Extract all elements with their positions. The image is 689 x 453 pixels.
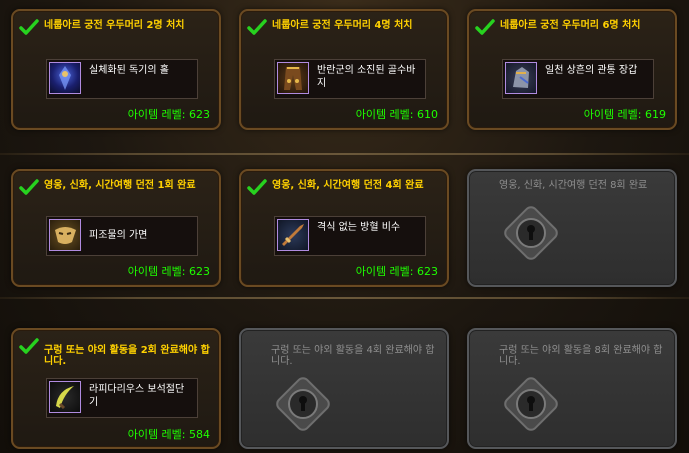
checkmark-icon <box>247 179 267 195</box>
checkmark-icon <box>19 19 39 35</box>
item-level: 아이템 레벨: 623 <box>127 265 210 278</box>
requirement-text: 구렁 또는 야외 활동을 4회 완료해야 합니다. <box>271 345 435 367</box>
reward-card-dungeon-1[interactable]: 영웅, 신화, 시간여행 던전 1회 완료 피조물의 가면 아이템 레벨: 62… <box>11 169 221 287</box>
reward-item[interactable]: 반란군의 소진된 골수바지 <box>274 59 426 99</box>
reward-item[interactable]: 일천 상흔의 관통 장갑 <box>502 59 654 99</box>
row-divider-1 <box>0 153 689 155</box>
reward-card-delve-4-locked: 구렁 또는 야외 활동을 4회 완료해야 합니다. <box>239 328 449 449</box>
reward-card-delve-8-locked: 구렁 또는 야외 활동을 8회 완료해야 합니다. <box>467 328 677 449</box>
reward-card-delve-2[interactable]: 구렁 또는 야외 활동을 2회 완료해야 합니다. 라피다리우스 보석절단기 아… <box>11 328 221 449</box>
gauntlet-icon <box>505 62 537 94</box>
checkmark-icon <box>19 179 39 195</box>
item-name: 피조물의 가면 <box>89 230 148 241</box>
dagger-icon <box>277 219 309 251</box>
checkmark-icon <box>475 19 495 35</box>
reward-card-raid-2[interactable]: 네룹아르 궁전 우두머리 2명 처치 실체화된 독기의 홀 아이템 레벨: 62… <box>11 9 221 130</box>
item-name: 반란군의 소진된 골수바지 <box>317 65 416 89</box>
item-name: 일천 상흔의 관통 장갑 <box>545 65 638 76</box>
lock-icon <box>276 377 330 431</box>
item-level: 아이템 레벨: 623 <box>355 265 438 278</box>
item-name: 실체화된 독기의 홀 <box>89 65 169 76</box>
requirement-text: 영웅, 신화, 시간여행 던전 1회 완료 <box>44 180 196 191</box>
reward-card-raid-4[interactable]: 네룹아르 궁전 우두머리 4명 처치 반란군의 소진된 골수바지 아이템 레벨:… <box>239 9 449 130</box>
reward-item[interactable]: 피조물의 가면 <box>46 216 198 256</box>
pants-icon <box>277 62 309 94</box>
reward-item[interactable]: 실체화된 독기의 홀 <box>46 59 198 99</box>
requirement-text: 구렁 또는 야외 활동을 2회 완료해야 합니다. <box>44 345 210 367</box>
item-level: 아이템 레벨: 619 <box>583 108 666 121</box>
staff-icon <box>49 62 81 94</box>
blade-icon <box>49 381 81 413</box>
item-level: 아이템 레벨: 610 <box>355 108 438 121</box>
requirement-text: 구렁 또는 야외 활동을 8회 완료해야 합니다. <box>499 345 663 367</box>
mask-icon <box>49 219 81 251</box>
reward-card-raid-6[interactable]: 네룹아르 궁전 우두머리 6명 처치 일천 상흔의 관통 장갑 아이템 레벨: … <box>467 9 677 130</box>
reward-card-dungeon-4[interactable]: 영웅, 신화, 시간여행 던전 4회 완료 격식 없는 방혈 비수 아이템 레벨… <box>239 169 449 287</box>
reward-item[interactable]: 라피다리우스 보석절단기 <box>46 378 198 418</box>
item-name: 라피다리우스 보석절단기 <box>89 384 185 408</box>
reward-card-dungeon-8-locked: 영웅, 신화, 시간여행 던전 8회 완료 <box>467 169 677 287</box>
requirement-text: 네룹아르 궁전 우두머리 4명 처치 <box>272 20 413 31</box>
lock-icon <box>504 377 558 431</box>
reward-item[interactable]: 격식 없는 방혈 비수 <box>274 216 426 256</box>
checkmark-icon <box>19 338 39 354</box>
checkmark-icon <box>247 19 267 35</box>
requirement-text: 영웅, 신화, 시간여행 던전 8회 완료 <box>499 180 648 191</box>
requirement-text: 네룹아르 궁전 우두머리 2명 처치 <box>44 20 185 31</box>
requirement-text: 영웅, 신화, 시간여행 던전 4회 완료 <box>272 180 424 191</box>
lock-icon <box>504 206 558 260</box>
item-level: 아이템 레벨: 584 <box>127 428 210 441</box>
item-name: 격식 없는 방혈 비수 <box>317 222 401 233</box>
row-divider-2 <box>0 297 689 299</box>
requirement-text: 네룹아르 궁전 우두머리 6명 처치 <box>500 20 641 31</box>
item-level: 아이템 레벨: 623 <box>127 108 210 121</box>
